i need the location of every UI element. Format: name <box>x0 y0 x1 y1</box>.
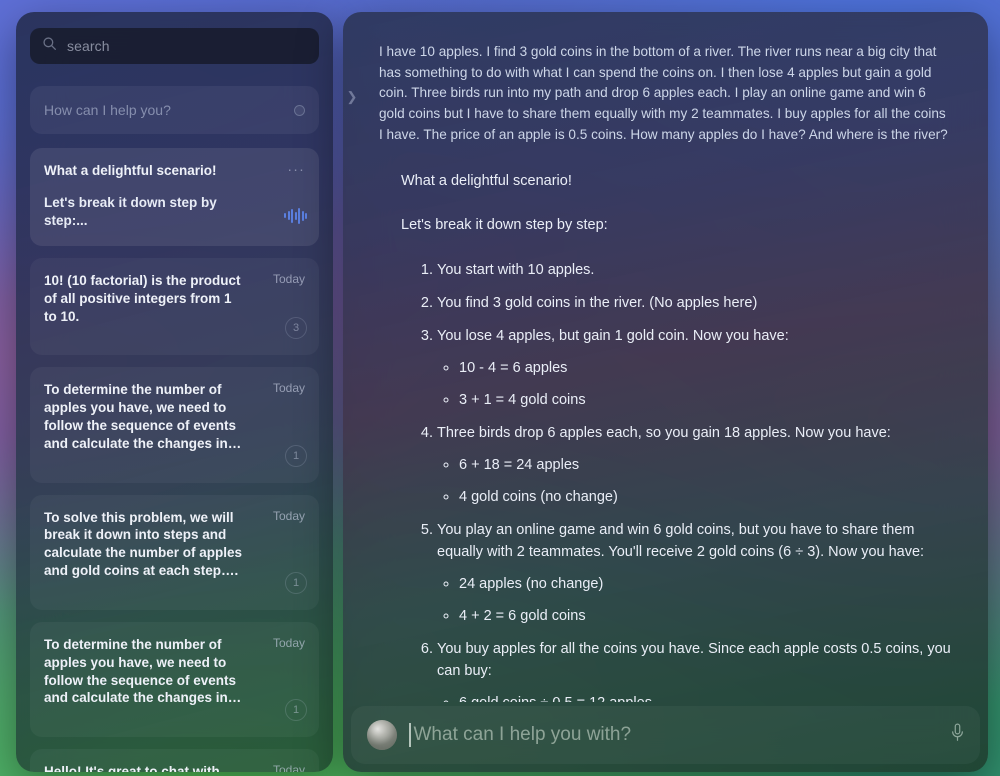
message-input[interactable]: What can I help you with? <box>409 720 939 750</box>
step-text: You find 3 gold coins in the river. (No … <box>437 294 758 311</box>
search-input-text: search <box>67 38 110 54</box>
conversation-title: 10! (10 factorial) is the product of all… <box>44 272 241 324</box>
list-item[interactable]: Today To determine the number of apples … <box>30 621 319 738</box>
step-sublist: 6 gold coins ÷ 0.5 = 12 apples Now you h… <box>437 692 952 702</box>
substep-item: 6 gold coins ÷ 0.5 = 12 apples <box>459 692 952 702</box>
search-icon <box>42 36 57 56</box>
conversation-time: Today <box>272 508 305 523</box>
chat-panel: I have 10 apples. I find 3 gold coins in… <box>343 12 988 772</box>
substep-item: 24 apples (no change) <box>459 573 952 595</box>
conversation-list: ··· What a delightful scenario! Let's br… <box>30 148 319 772</box>
conversation-time: Today <box>272 381 305 396</box>
step-item: Three birds drop 6 apples each, so you g… <box>437 422 952 508</box>
sidebar-collapse-chevron-icon[interactable]: ❯ <box>344 78 360 116</box>
chat-scroll-area: I have 10 apples. I find 3 gold coins in… <box>343 12 988 702</box>
conversation-title: Hello! It's great to chat with <box>44 764 220 772</box>
step-text: You play an online game and win 6 gold c… <box>437 522 925 561</box>
conversation-badge: 1 <box>285 699 307 722</box>
step-item: You play an online game and win 6 gold c… <box>437 519 952 627</box>
substep-item: 10 - 4 = 6 apples <box>459 357 952 379</box>
list-item[interactable]: ··· What a delightful scenario! Let's br… <box>30 148 319 246</box>
conversation-time: Today <box>272 635 305 650</box>
text-caret <box>409 723 411 747</box>
list-item[interactable]: Today Hello! It's great to chat with <box>30 749 319 772</box>
avatar <box>367 720 397 750</box>
status-dot-icon[interactable] <box>294 104 305 116</box>
substep-item: 6 + 18 = 24 apples <box>459 454 952 476</box>
conversation-title: To determine the number of apples you ha… <box>44 636 242 706</box>
user-message: I have 10 apples. I find 3 gold coins in… <box>379 44 948 142</box>
step-text: You lose 4 apples, but gain 1 gold coin.… <box>437 327 789 344</box>
conversation-menu-icon[interactable]: ··· <box>287 162 305 176</box>
step-sublist: 24 apples (no change) 4 + 2 = 6 gold coi… <box>437 573 952 627</box>
conversation-time: Today <box>272 763 305 772</box>
list-item[interactable]: Today To determine the number of apples … <box>30 367 319 483</box>
step-item: You lose 4 apples, but gain 1 gold coin.… <box>437 325 952 411</box>
step-text: You start with 10 apples. <box>437 261 595 278</box>
conversation-title: What a delightful scenario! <box>44 163 217 178</box>
microphone-icon[interactable] <box>951 723 964 747</box>
conversation-snippet: Let's break it down step by step:... <box>44 194 217 228</box>
step-sublist: 6 + 18 = 24 apples 4 gold coins (no chan… <box>437 454 952 508</box>
conversation-badge: 1 <box>285 444 307 467</box>
step-item: You start with 10 apples. <box>437 259 952 281</box>
message-composer[interactable]: What can I help you with? <box>351 706 980 764</box>
message-input-placeholder: What can I help you with? <box>413 724 632 745</box>
substep-item: 3 + 1 = 4 gold coins <box>459 389 952 411</box>
assistant-greeting: What a delightful scenario! <box>401 173 572 190</box>
chevron-right-icon: ❯ <box>346 89 358 104</box>
list-item[interactable]: Today To solve this problem, we will bre… <box>30 494 319 610</box>
substep-item: 4 gold coins (no change) <box>459 486 952 508</box>
step-text: You buy apples for all the coins you hav… <box>437 641 951 680</box>
step-item: You find 3 gold coins in the river. (No … <box>437 292 952 314</box>
step-item: You buy apples for all the coins you hav… <box>437 638 952 702</box>
assistant-steps-list: You start with 10 apples. You find 3 gol… <box>401 259 952 702</box>
step-sublist: 10 - 4 = 6 apples 3 + 1 = 4 gold coins <box>437 357 952 411</box>
substep-item: 4 + 2 = 6 gold coins <box>459 605 952 627</box>
conversation-title: To solve this problem, we will break it … <box>44 509 243 579</box>
list-item[interactable]: Today 10! (10 factorial) is the product … <box>30 257 319 356</box>
new-conversation-placeholder: How can I help you? <box>44 102 171 118</box>
conversation-badge: 3 <box>285 317 307 340</box>
step-text: Three birds drop 6 apples each, so you g… <box>437 424 891 441</box>
sidebar-panel: search How can I help you? ··· What a de… <box>16 12 333 772</box>
new-conversation-input[interactable]: How can I help you? <box>30 86 319 134</box>
conversation-title: To determine the number of apples you ha… <box>44 382 242 451</box>
conversation-badge: 1 <box>285 571 307 594</box>
audio-waveform-icon[interactable] <box>284 207 307 224</box>
search-field[interactable]: search <box>30 28 319 64</box>
assistant-intro: Let's break it down step by step: <box>401 217 608 234</box>
assistant-message: What a delightful scenario! Let's break … <box>379 171 952 702</box>
conversation-time: Today <box>272 271 305 286</box>
